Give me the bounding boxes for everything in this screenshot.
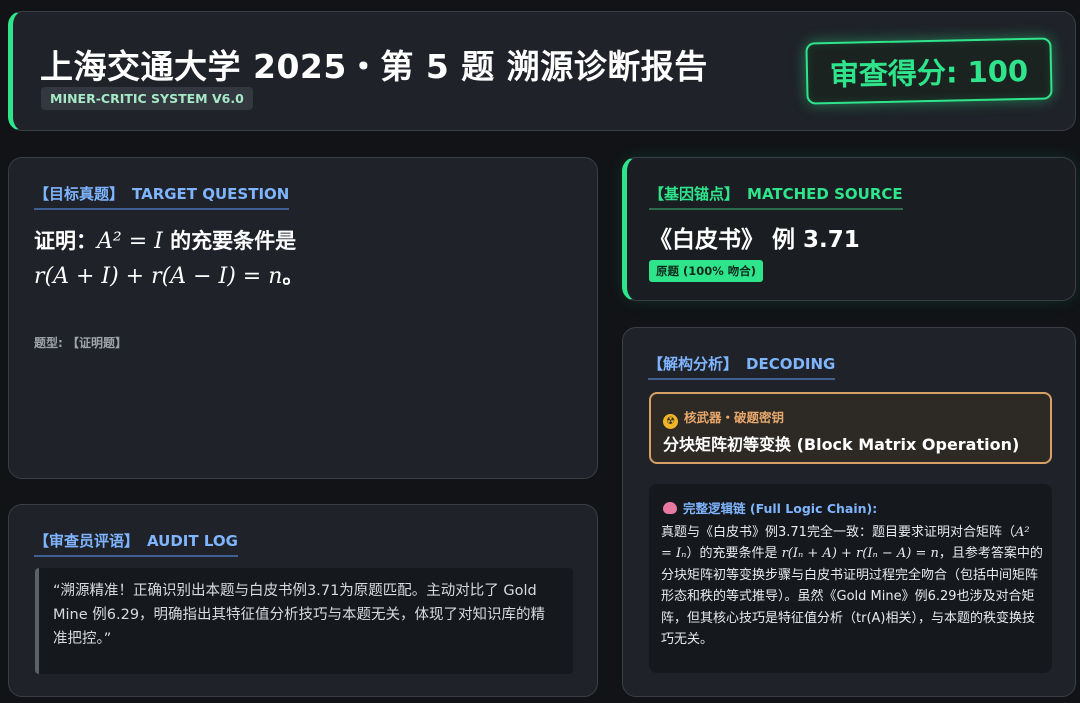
audit-log-label: AUDIT LOG	[147, 532, 238, 550]
matched-source-card: 【基因锚点】 MATCHED SOURCE 《白皮书》 例 3.71 原题 (10…	[622, 157, 1076, 301]
question-type: 题型: 【证明题】	[34, 336, 127, 350]
chain-part-1: 真题与《白皮书》例3.71完全一致：题目要求证明对合矩阵（	[661, 525, 1015, 540]
key-technique-title: 分块矩阵初等变换 (Block Matrix Operation)	[663, 435, 1020, 454]
audit-log-card: 【审查员评语】 AUDIT LOG “溯源精准！正确识别出本题与白皮书例3.71为…	[8, 504, 598, 697]
target-question-heading: 【目标真题】 TARGET QUESTION	[34, 183, 290, 210]
key-technique-box: ☢ 核武器・破题密钥 分块矩阵初等变换 (Block Matrix Operati…	[649, 392, 1052, 464]
target-question-card: 【目标真题】 TARGET QUESTION 证明：A² = I 的充要条件是 r…	[8, 157, 598, 479]
target-question-label: TARGET QUESTION	[132, 185, 290, 203]
chain-part-3: ，且参考答案中的分块矩阵初等变换步骤与白皮书证明过程完全吻合（包括中间矩阵形态和…	[661, 546, 1043, 648]
question-prefix: 证明：	[34, 229, 97, 253]
brain-icon	[663, 502, 677, 514]
source-name: 《白皮书》 例 3.71	[649, 227, 860, 253]
target-question-tag: 【目标真题】	[34, 185, 125, 203]
decoding-heading: 【解构分析】 DECODING	[648, 353, 836, 380]
decoding-card: 【解构分析】 DECODING ☢ 核武器・破题密钥 分块矩阵初等变换 (Block…	[622, 327, 1076, 697]
logic-chain-label-row: 完整逻辑链 (Full Logic Chain):	[663, 498, 877, 517]
matched-source-tag: 【基因锚点】	[649, 185, 740, 203]
audit-log-heading: 【审查员评语】 AUDIT LOG	[34, 530, 238, 557]
matched-source-label: MATCHED SOURCE	[747, 185, 903, 203]
question-math-2: r(A + I) + r(A − I) = n	[34, 264, 283, 290]
key-technique-label: 核武器・破题密钥	[684, 410, 785, 425]
page-title: 上海交通大学 2025・第 5 题 溯源诊断报告	[40, 47, 708, 86]
audit-log-tag: 【审查员评语】	[34, 532, 140, 550]
chain-math-2: r(Iₙ + A) + r(Iₙ − A) = n	[781, 546, 939, 562]
matched-source-heading: 【基因锚点】 MATCHED SOURCE	[649, 183, 903, 210]
question-text: 证明：A² = I 的充要条件是 r(A + I) + r(A − I) = n…	[34, 224, 574, 294]
decoding-tag: 【解构分析】	[648, 355, 739, 373]
audit-quote: “溯源精准！正确识别出本题与白皮书例3.71为原题匹配。主动对比了 Gold M…	[35, 568, 573, 674]
question-mid: 的充要条件是	[162, 229, 297, 253]
report-header: 上海交通大学 2025・第 5 题 溯源诊断报告 MINER-CRITIC SY…	[8, 11, 1076, 131]
radioactive-icon: ☢	[663, 414, 678, 429]
logic-chain-box: 完整逻辑链 (Full Logic Chain): 真题与《白皮书》例3.71完…	[649, 484, 1052, 673]
score-badge: 审查得分: 100	[805, 37, 1053, 105]
decoding-label: DECODING	[746, 355, 836, 373]
question-suffix: 。	[282, 264, 304, 289]
logic-chain-label: 完整逻辑链 (Full Logic Chain):	[683, 501, 878, 516]
chain-part-2: ）的充要条件是	[686, 546, 782, 562]
system-badge: MINER-CRITIC SYSTEM V6.0	[41, 87, 253, 110]
match-badge: 原题 (100% 吻合)	[649, 260, 764, 282]
key-technique-label-row: ☢ 核武器・破题密钥	[663, 407, 784, 429]
question-math-1: A² = I	[97, 229, 163, 254]
logic-chain-text: 真题与《白皮书》例3.71完全一致：题目要求证明对合矩阵（A² = Iₙ）的充要…	[661, 522, 1043, 651]
